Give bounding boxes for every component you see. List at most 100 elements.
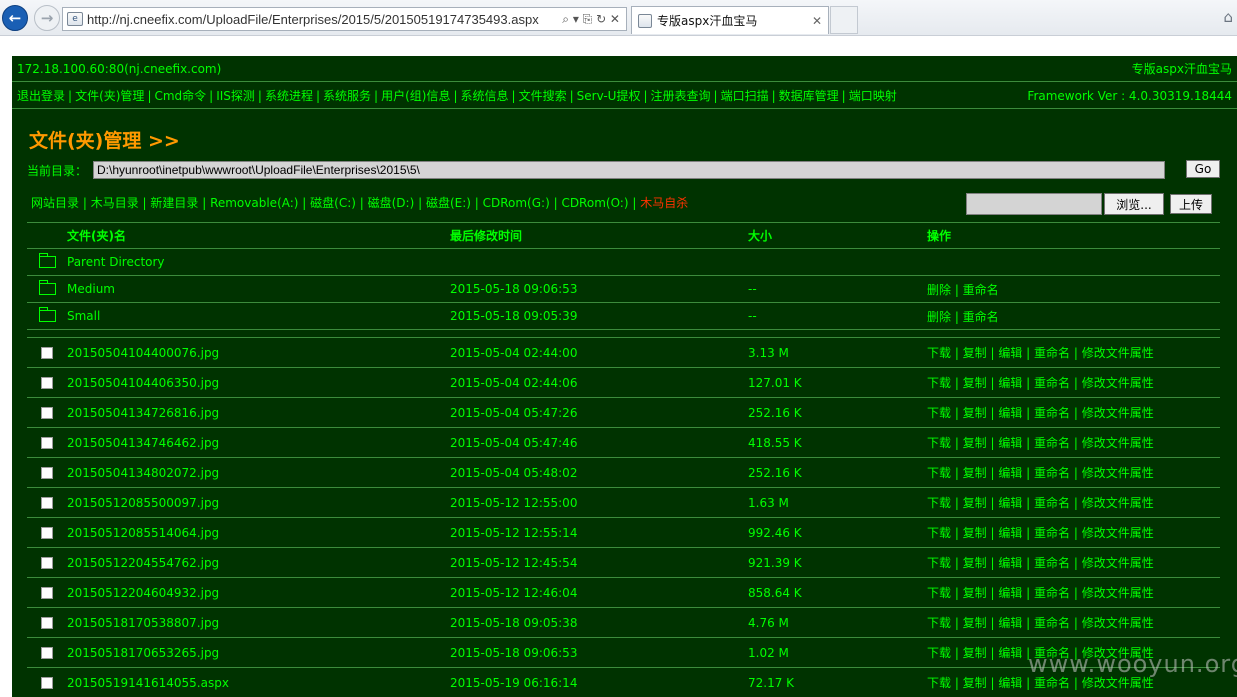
file-actions[interactable]: 下载 | 复制 | 编辑 | 重命名 | 修改文件属性 [927,344,1220,361]
table-row: 20150504104400076.jpg 2015-05-04 02:44:00… [27,338,1220,368]
col-name-header: 文件(夹)名 [67,229,126,243]
file-size: 921.39 K [748,555,802,570]
drive-link[interactable]: 新建目录 [150,196,198,210]
go-button[interactable]: Go [1186,160,1220,178]
checkbox-cell [27,346,67,359]
menu-item[interactable]: 用户(组)信息 [381,89,450,103]
parent-directory-link[interactable]: Parent Directory [67,255,450,269]
drive-link[interactable]: 磁盘(E:) [426,196,471,210]
file-actions[interactable]: 下载 | 复制 | 编辑 | 重命名 | 修改文件属性 [927,374,1220,391]
file-modified: 2015-05-12 12:45:54 [450,555,578,570]
file-checkbox[interactable] [41,346,53,359]
drive-link[interactable]: CDRom(O:) [561,196,628,210]
file-actions[interactable]: 下载 | 复制 | 编辑 | 重命名 | 修改文件属性 [927,554,1220,571]
file-checkbox[interactable] [41,496,53,509]
drive-link[interactable]: 磁盘(C:) [310,196,356,210]
drive-link[interactable]: Removable(A:) [210,196,298,210]
file-checkbox[interactable] [41,676,53,689]
file-name[interactable]: 20150518170653265.jpg [67,646,450,660]
directory-row[interactable]: Medium 2015-05-18 09:06:53 -- 删除 | 重命名 [27,276,1220,303]
file-name[interactable]: 20150504134746462.jpg [67,436,450,450]
menu-separator: | [771,89,776,103]
back-button[interactable]: ← [2,5,28,31]
home-icon[interactable]: ⌂ [1223,8,1233,26]
menu-item[interactable]: 系统信息 [461,89,509,103]
file-actions[interactable]: 下载 | 复制 | 编辑 | 重命名 | 修改文件属性 [927,464,1220,481]
forward-button[interactable]: → [34,5,60,31]
menu-item[interactable]: Cmd命令 [154,89,206,103]
file-checkbox[interactable] [41,406,53,419]
file-name[interactable]: 20150512204554762.jpg [67,556,450,570]
table-header: 文件(夹)名 最后修改时间 大小 操作 [27,222,1220,249]
drive-separator: | [79,196,91,210]
drive-link[interactable]: 木马目录 [91,196,139,210]
file-checkbox[interactable] [41,586,53,599]
file-name[interactable]: 20150512085500097.jpg [67,496,450,510]
upload-button[interactable]: 上传 [1170,194,1212,214]
menu-item[interactable]: 数据库管理 [779,89,839,103]
file-name[interactable]: 20150512204604932.jpg [67,586,450,600]
file-checkbox[interactable] [41,436,53,449]
tab-active[interactable]: 专版aspx汗血宝马 ✕ [631,6,829,34]
file-name[interactable]: 20150518170538807.jpg [67,616,450,630]
file-modified: 2015-05-04 05:47:26 [450,405,578,420]
directory-actions[interactable]: 删除 | 重命名 [927,281,1220,298]
file-name[interactable]: 20150504134802072.jpg [67,466,450,480]
file-checkbox[interactable] [41,526,53,539]
directory-size: -- [748,309,757,323]
checkbox-cell [27,676,67,689]
menu-item[interactable]: 系统服务 [323,89,371,103]
self-delete-link[interactable]: 木马自杀 [640,196,688,210]
address-url[interactable]: http://nj.cneefix.com/UploadFile/Enterpr… [87,12,556,27]
file-name[interactable]: 20150519141614055.aspx [67,676,450,690]
menu-separator: | [209,89,214,103]
menu-item[interactable]: Serv-U提权 [577,89,641,103]
upload-file-field[interactable] [966,193,1102,215]
directory-row[interactable]: Small 2015-05-18 09:05:39 -- 删除 | 重命名 [27,303,1220,330]
directory-actions[interactable]: 删除 | 重命名 [927,308,1220,325]
file-name[interactable]: 20150504104406350.jpg [67,376,450,390]
directory-name[interactable]: Medium [67,282,450,296]
current-dir-row: 当前目录： D:\hyunroot\inetpub\wwwroot\Upload… [27,160,1222,180]
menu-item[interactable]: IIS探测 [216,89,255,103]
menu-item[interactable]: 端口扫描 [721,89,769,103]
file-checkbox[interactable] [41,376,53,389]
drive-link[interactable]: 网站目录 [31,196,79,210]
page-favicon-icon: e [67,12,83,26]
directory-name[interactable]: Small [67,309,450,323]
file-size: 1.02 M [748,645,789,660]
drive-link[interactable]: 磁盘(D:) [368,196,415,210]
address-buttons[interactable]: ⌕ ▾ ⎘ ↻ ✕ [556,12,626,27]
file-checkbox[interactable] [41,466,53,479]
drive-link[interactable]: CDRom(G:) [483,196,550,210]
upload-form: 浏览... 上传 [966,193,1212,215]
new-tab-button[interactable] [830,6,858,34]
menu-item[interactable]: 系统进程 [265,89,313,103]
checkbox-cell [27,526,67,539]
parent-directory-row[interactable]: Parent Directory [27,249,1220,276]
menu-item[interactable]: 注册表查询 [651,89,711,103]
current-dir-input[interactable]: D:\hyunroot\inetpub\wwwroot\UploadFile\E… [93,161,1165,179]
file-checkbox[interactable] [41,646,53,659]
file-name[interactable]: 20150512085514064.jpg [67,526,450,540]
file-actions[interactable]: 下载 | 复制 | 编辑 | 重命名 | 修改文件属性 [927,434,1220,451]
file-name[interactable]: 20150504104400076.jpg [67,346,450,360]
file-name[interactable]: 20150504134726816.jpg [67,406,450,420]
address-bar[interactable]: e http://nj.cneefix.com/UploadFile/Enter… [62,7,627,31]
menu-item[interactable]: 文件搜索 [519,89,567,103]
arrow-right-icon: → [40,9,54,27]
file-actions[interactable]: 下载 | 复制 | 编辑 | 重命名 | 修改文件属性 [927,524,1220,541]
current-dir-label: 当前目录： [27,163,88,178]
file-checkbox[interactable] [41,556,53,569]
file-checkbox[interactable] [41,616,53,629]
menu-item[interactable]: 端口映射 [849,89,897,103]
browse-button[interactable]: 浏览... [1104,193,1164,215]
file-actions[interactable]: 下载 | 复制 | 编辑 | 重命名 | 修改文件属性 [927,614,1220,631]
menu-item[interactable]: 文件(夹)管理 [75,89,144,103]
tab-close-icon[interactable]: ✕ [812,14,822,28]
menu-item[interactable]: 退出登录 [17,89,65,103]
file-actions[interactable]: 下载 | 复制 | 编辑 | 重命名 | 修改文件属性 [927,404,1220,421]
table-row: 20150504134726816.jpg 2015-05-04 05:47:26… [27,398,1220,428]
file-actions[interactable]: 下载 | 复制 | 编辑 | 重命名 | 修改文件属性 [927,494,1220,511]
file-actions[interactable]: 下载 | 复制 | 编辑 | 重命名 | 修改文件属性 [927,584,1220,601]
